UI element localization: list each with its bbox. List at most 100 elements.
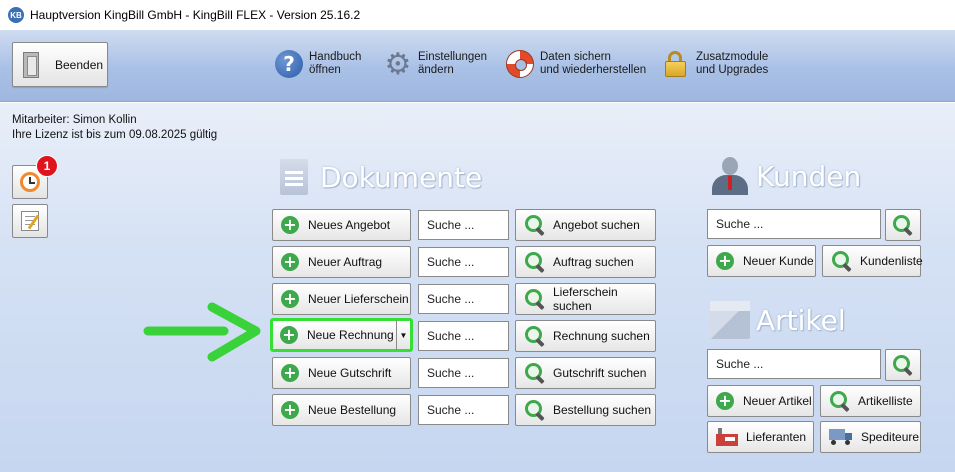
- box-icon: [710, 301, 750, 339]
- new-purchase-order-button[interactable]: + Neue Bestellung: [272, 394, 411, 426]
- new-delivery-note-button[interactable]: + Neuer Lieferschein: [272, 283, 411, 315]
- door-icon: [23, 51, 39, 78]
- plus-icon: +: [281, 216, 299, 234]
- new-article-button[interactable]: + Neuer Artikel: [707, 385, 814, 417]
- manual-button[interactable]: ? Handbuch öffnen: [275, 50, 361, 78]
- offer-search-label: Angebot suchen: [553, 218, 640, 232]
- customer-search-button[interactable]: [885, 209, 921, 241]
- magnifier-icon: [524, 288, 546, 310]
- new-invoice-dropdown[interactable]: ▼: [396, 320, 410, 350]
- suppliers-label: Lieferanten: [746, 430, 807, 444]
- delivery-note-search-button[interactable]: Lieferschein suchen: [515, 283, 656, 315]
- reminder-count-badge: 1: [36, 155, 58, 177]
- carriers-label: Spediteure: [861, 430, 920, 444]
- help-icon: ?: [275, 50, 303, 78]
- order-search-input[interactable]: Suche ...: [418, 247, 509, 277]
- offer-search-input[interactable]: Suche ...: [418, 210, 509, 240]
- new-customer-label: Neuer Kunde: [743, 254, 814, 268]
- article-list-label: Artikelliste: [858, 394, 913, 408]
- app-logo-icon: KB: [8, 7, 24, 23]
- magnifier-icon: [829, 390, 851, 412]
- factory-icon: [716, 428, 738, 446]
- modules-button[interactable]: Zusatzmodule und Upgrades: [662, 50, 768, 78]
- alarm-clock-icon: [20, 172, 40, 192]
- new-credit-note-label: Neue Gutschrift: [308, 366, 392, 380]
- plus-icon: +: [716, 252, 734, 270]
- delivery-note-search-input[interactable]: Suche ...: [418, 284, 509, 314]
- plus-icon: +: [281, 364, 299, 382]
- new-delivery-note-label: Neuer Lieferschein: [308, 292, 409, 306]
- main-toolbar: Beenden ? Handbuch öffnen ⚙ Einstellunge…: [0, 30, 955, 102]
- credit-note-search-button[interactable]: Gutschrift suchen: [515, 357, 656, 389]
- notes-button[interactable]: [12, 204, 48, 238]
- quit-button[interactable]: Beenden: [12, 42, 108, 87]
- credit-note-search-input[interactable]: Suche ...: [418, 358, 509, 388]
- magnifier-icon: [524, 325, 546, 347]
- delivery-note-search-label: Lieferschein suchen: [553, 285, 618, 313]
- plus-icon: +: [280, 326, 298, 344]
- settings-label: Einstellungen ändern: [418, 51, 488, 76]
- notepad-icon: [21, 211, 39, 231]
- purchase-order-search-button[interactable]: Bestellung suchen: [515, 394, 656, 426]
- arrow-icon: [143, 302, 261, 362]
- documents-title: Dokumente: [320, 160, 483, 194]
- article-search-button[interactable]: [885, 349, 921, 381]
- modules-label: Zusatzmodule und Upgrades: [696, 51, 769, 76]
- plus-icon: +: [281, 401, 299, 419]
- invoice-search-button[interactable]: Rechnung suchen: [515, 320, 656, 352]
- plus-icon: +: [716, 392, 734, 410]
- customer-search-input[interactable]: Suche ...: [707, 209, 881, 239]
- offer-search-button[interactable]: Angebot suchen: [515, 209, 656, 241]
- articles-header: Artikel: [710, 301, 846, 339]
- quit-button-label: Beenden: [55, 57, 104, 72]
- document-icon: [280, 159, 308, 195]
- new-invoice-label: Neue Rechnung: [307, 328, 394, 342]
- employee-name: Mitarbeiter: Simon Kollin: [12, 114, 137, 126]
- title-bar: KB Hauptversion KingBill GmbH - KingBill…: [0, 0, 955, 30]
- credit-note-search-label: Gutschrift suchen: [553, 366, 647, 380]
- purchase-order-search-label: Bestellung suchen: [553, 403, 652, 417]
- magnifier-icon: [524, 251, 546, 273]
- documents-header: Dokumente: [280, 159, 482, 195]
- main-area: Mitarbeiter: Simon Kollin Ihre Lizenz is…: [0, 103, 955, 472]
- carriers-button[interactable]: Spediteure: [820, 421, 921, 453]
- article-search-input[interactable]: Suche ...: [707, 349, 881, 379]
- article-list-button[interactable]: Artikelliste: [820, 385, 921, 417]
- suppliers-button[interactable]: Lieferanten: [707, 421, 814, 453]
- new-credit-note-button[interactable]: + Neue Gutschrift: [272, 357, 411, 389]
- invoice-search-label: Rechnung suchen: [553, 329, 650, 343]
- customer-list-button[interactable]: Kundenliste: [822, 245, 923, 277]
- settings-button[interactable]: ⚙ Einstellungen ändern: [384, 46, 488, 82]
- order-search-button[interactable]: Auftrag suchen: [515, 246, 656, 278]
- manual-label: Handbuch öffnen: [309, 51, 362, 76]
- order-search-label: Auftrag suchen: [553, 255, 634, 269]
- new-offer-label: Neues Angebot: [308, 218, 391, 232]
- purchase-order-search-input[interactable]: Suche ...: [418, 395, 509, 425]
- new-invoice-button[interactable]: + Neue Rechnung ▼: [270, 318, 413, 352]
- backup-button[interactable]: Daten sichern und wiederherstellen: [506, 50, 646, 78]
- new-order-button[interactable]: + Neuer Auftrag: [272, 246, 411, 278]
- new-order-label: Neuer Auftrag: [308, 255, 383, 269]
- magnifier-icon: [524, 399, 546, 421]
- magnifier-icon: [831, 250, 853, 272]
- truck-icon: [829, 429, 853, 445]
- backup-label: Daten sichern und wiederherstellen: [540, 51, 647, 76]
- chevron-down-icon: ▼: [399, 330, 408, 340]
- customers-header: Kunden: [710, 157, 861, 195]
- plus-icon: +: [281, 253, 299, 271]
- person-icon: [710, 157, 750, 195]
- magnifier-icon: [524, 214, 546, 236]
- new-offer-button[interactable]: + Neues Angebot: [272, 209, 411, 241]
- magnifier-icon: [524, 362, 546, 384]
- lifebuoy-icon: [506, 50, 534, 78]
- invoice-search-input[interactable]: Suche ...: [418, 321, 509, 351]
- articles-title: Artikel: [756, 303, 846, 337]
- new-article-label: Neuer Artikel: [743, 394, 812, 408]
- plus-icon: +: [281, 290, 299, 308]
- gear-icon: ⚙: [384, 46, 412, 82]
- license-text: Ihre Lizenz ist bis zum 09.08.2025 gülti…: [12, 129, 218, 141]
- new-customer-button[interactable]: + Neuer Kunde: [707, 245, 816, 277]
- new-purchase-order-label: Neue Bestellung: [308, 403, 397, 417]
- magnifier-icon: [892, 214, 914, 236]
- window-title: Hauptversion KingBill GmbH - KingBill FL…: [30, 8, 361, 22]
